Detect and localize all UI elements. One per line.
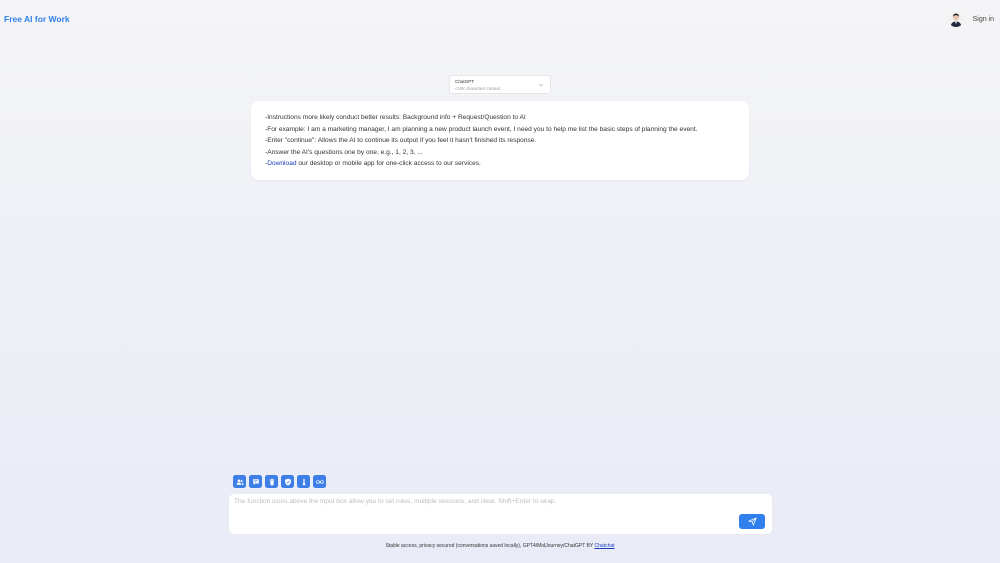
footer: Stable access, privacy secured (conversa… [0,543,1000,549]
function-toolbar [233,475,326,488]
intro-line: -Answer the AI's questions one by one, e… [265,148,423,156]
intro-line-suffix: our desktop or mobile app for one-click … [296,160,481,168]
footer-text: Stable access, privacy secured (conversa… [385,543,595,549]
send-button[interactable] [739,514,765,529]
send-icon [747,517,757,526]
shield-icon [284,478,291,485]
intro-card: -Instructions more likely conduct better… [251,101,749,180]
model-select[interactable]: ChatGPT <10K characters context [449,75,551,94]
intro-line: -Enter "continue": Allows the AI to cont… [265,137,537,145]
message-input-box [228,493,773,535]
avatar[interactable] [947,11,964,27]
chat-icon [252,478,259,485]
infinity-icon [315,479,324,484]
trash-icon [269,478,274,485]
intro-line: -Instructions more likely conduct better… [265,114,526,121]
model-name: ChatGPT [455,79,475,84]
thermometer-icon [302,478,305,485]
continuous-button[interactable] [313,475,326,488]
roles-icon [236,478,244,485]
model-context-note: <10K characters context [455,86,501,91]
download-link[interactable]: Download [267,160,296,167]
message-input[interactable] [229,494,772,534]
user-icon [947,11,964,27]
user-area: Sign in [947,11,994,27]
temperature-button[interactable] [297,475,310,488]
chevron-down-icon [538,83,544,87]
signin-link[interactable]: Sign in [973,16,994,23]
sessions-button[interactable] [249,475,262,488]
intro-line: -For example: I am a marketing manager, … [265,125,698,133]
chatchat-link[interactable]: Chatchat [595,543,615,549]
intro-line: -Download our desktop or mobile app for … [265,158,735,170]
brand-title[interactable]: Free AI for Work [4,14,70,24]
roles-button[interactable] [233,475,246,488]
clear-button[interactable] [265,475,278,488]
privacy-button[interactable] [281,475,294,488]
